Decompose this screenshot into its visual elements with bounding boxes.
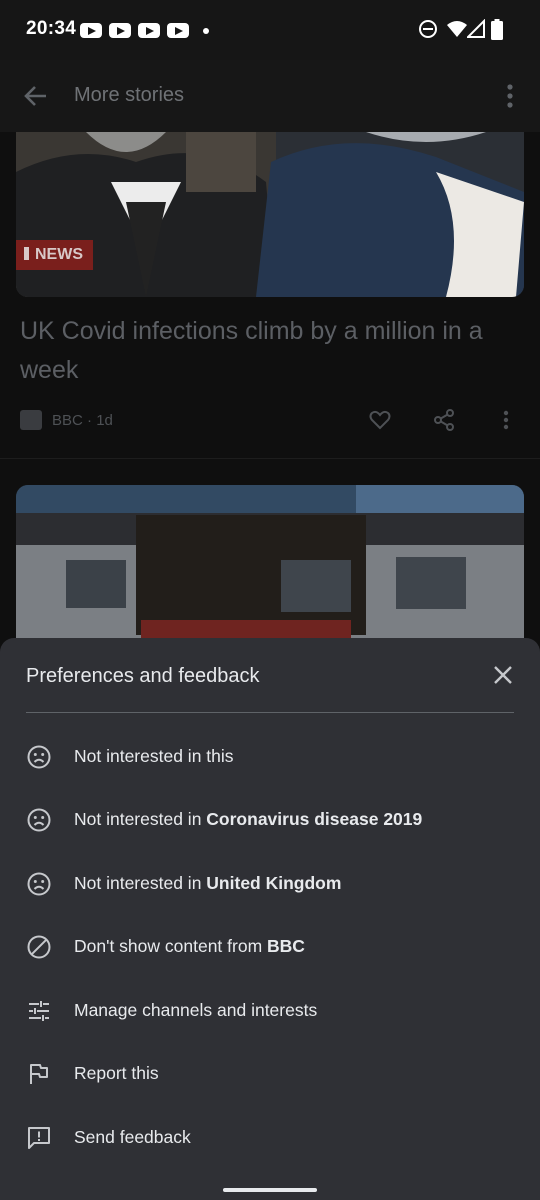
meta-separator: · — [82, 412, 97, 429]
masked-people-photo — [16, 132, 524, 297]
source-badge: NEWS — [16, 240, 93, 270]
story-headline[interactable]: UK Covid infections climb by a million i… — [20, 312, 520, 390]
youtube-notification-icon — [80, 23, 102, 38]
badge-label: NEWS — [35, 246, 83, 263]
menu-item-report[interactable]: Report this — [0, 1042, 540, 1105]
story-meta-row: BBC · 1d — [20, 408, 520, 434]
source-name: BBC — [52, 412, 83, 429]
label-text: Not interested in this — [74, 746, 234, 766]
youtube-notification-icon — [109, 23, 131, 38]
tune-icon — [29, 1001, 49, 1021]
page-title: More stories — [74, 84, 185, 106]
sad-face-icon — [27, 745, 51, 769]
story-image[interactable] — [16, 485, 524, 645]
more-vert-icon — [507, 84, 513, 108]
burnt-house-photo — [16, 485, 524, 645]
sad-face-icon — [27, 872, 51, 896]
bbc-logo-icon — [20, 410, 42, 430]
status-bar: 20:34 — [0, 0, 540, 60]
menu-item-label: Not interested in this — [74, 746, 234, 767]
menu-item-manage-channels[interactable]: Manage channels and interests — [0, 979, 540, 1042]
label-text: Don't show content from — [74, 936, 268, 956]
menu-item-send-feedback[interactable]: Send feedback — [0, 1106, 540, 1169]
label-text: Not interested in — [74, 873, 207, 893]
share-icon[interactable] — [432, 408, 456, 432]
heart-icon[interactable] — [368, 408, 392, 432]
more-vert-icon[interactable] — [496, 408, 516, 432]
menu-item-label: Don't show content from BBC — [74, 936, 305, 957]
wifi-icon — [447, 21, 467, 37]
story-source: BBC · 1d — [52, 412, 113, 429]
menu-item-label: Report this — [74, 1063, 159, 1083]
flag-icon — [30, 1064, 48, 1084]
menu-item-label: Manage channels and interests — [74, 1000, 318, 1020]
gesture-navigation-handle[interactable] — [223, 1188, 317, 1192]
close-icon — [494, 666, 512, 684]
arrow-back-icon — [24, 86, 46, 106]
block-icon — [27, 935, 51, 959]
menu-item-not-interested-topic[interactable]: Not interested in Coronavirus disease 20… — [0, 788, 540, 851]
menu-item-label: Not interested in United Kingdom — [74, 873, 341, 894]
sheet-title: Preferences and feedback — [26, 665, 260, 687]
label-topic: Coronavirus disease 2019 — [206, 809, 423, 829]
more-notifications-dot-icon — [203, 28, 209, 34]
feedback-icon — [28, 1127, 50, 1149]
menu-item-not-interested[interactable]: Not interested in this — [0, 725, 540, 788]
do-not-disturb-icon — [419, 20, 437, 38]
status-time: 20:34 — [26, 18, 77, 39]
sad-face-icon — [27, 808, 51, 832]
menu-item-not-interested-location[interactable]: Not interested in United Kingdom — [0, 852, 540, 915]
story-divider — [0, 458, 540, 459]
label-source: BBC — [267, 936, 305, 956]
menu-item-label: Not interested in Coronavirus disease 20… — [74, 809, 422, 830]
sheet-divider — [26, 712, 514, 713]
story-image[interactable]: NEWS — [16, 132, 524, 297]
preferences-feedback-sheet: Preferences and feedback Not interested … — [0, 638, 540, 1200]
signal-icon — [467, 19, 485, 38]
youtube-notification-icon — [167, 23, 189, 38]
menu-item-block-source[interactable]: Don't show content from BBC — [0, 915, 540, 978]
back-button[interactable] — [18, 78, 54, 114]
top-app-bar: More stories — [0, 60, 540, 132]
label-text: Not interested in — [74, 809, 207, 829]
bbc-block-icon — [24, 247, 29, 260]
overflow-menu-button[interactable] — [496, 78, 524, 114]
menu-item-label: Send feedback — [74, 1127, 191, 1147]
youtube-notification-icon — [138, 23, 160, 38]
label-topic: United Kingdom — [206, 873, 342, 893]
story-age: 1d — [96, 412, 113, 429]
battery-icon — [491, 19, 503, 40]
close-button[interactable] — [488, 660, 518, 690]
